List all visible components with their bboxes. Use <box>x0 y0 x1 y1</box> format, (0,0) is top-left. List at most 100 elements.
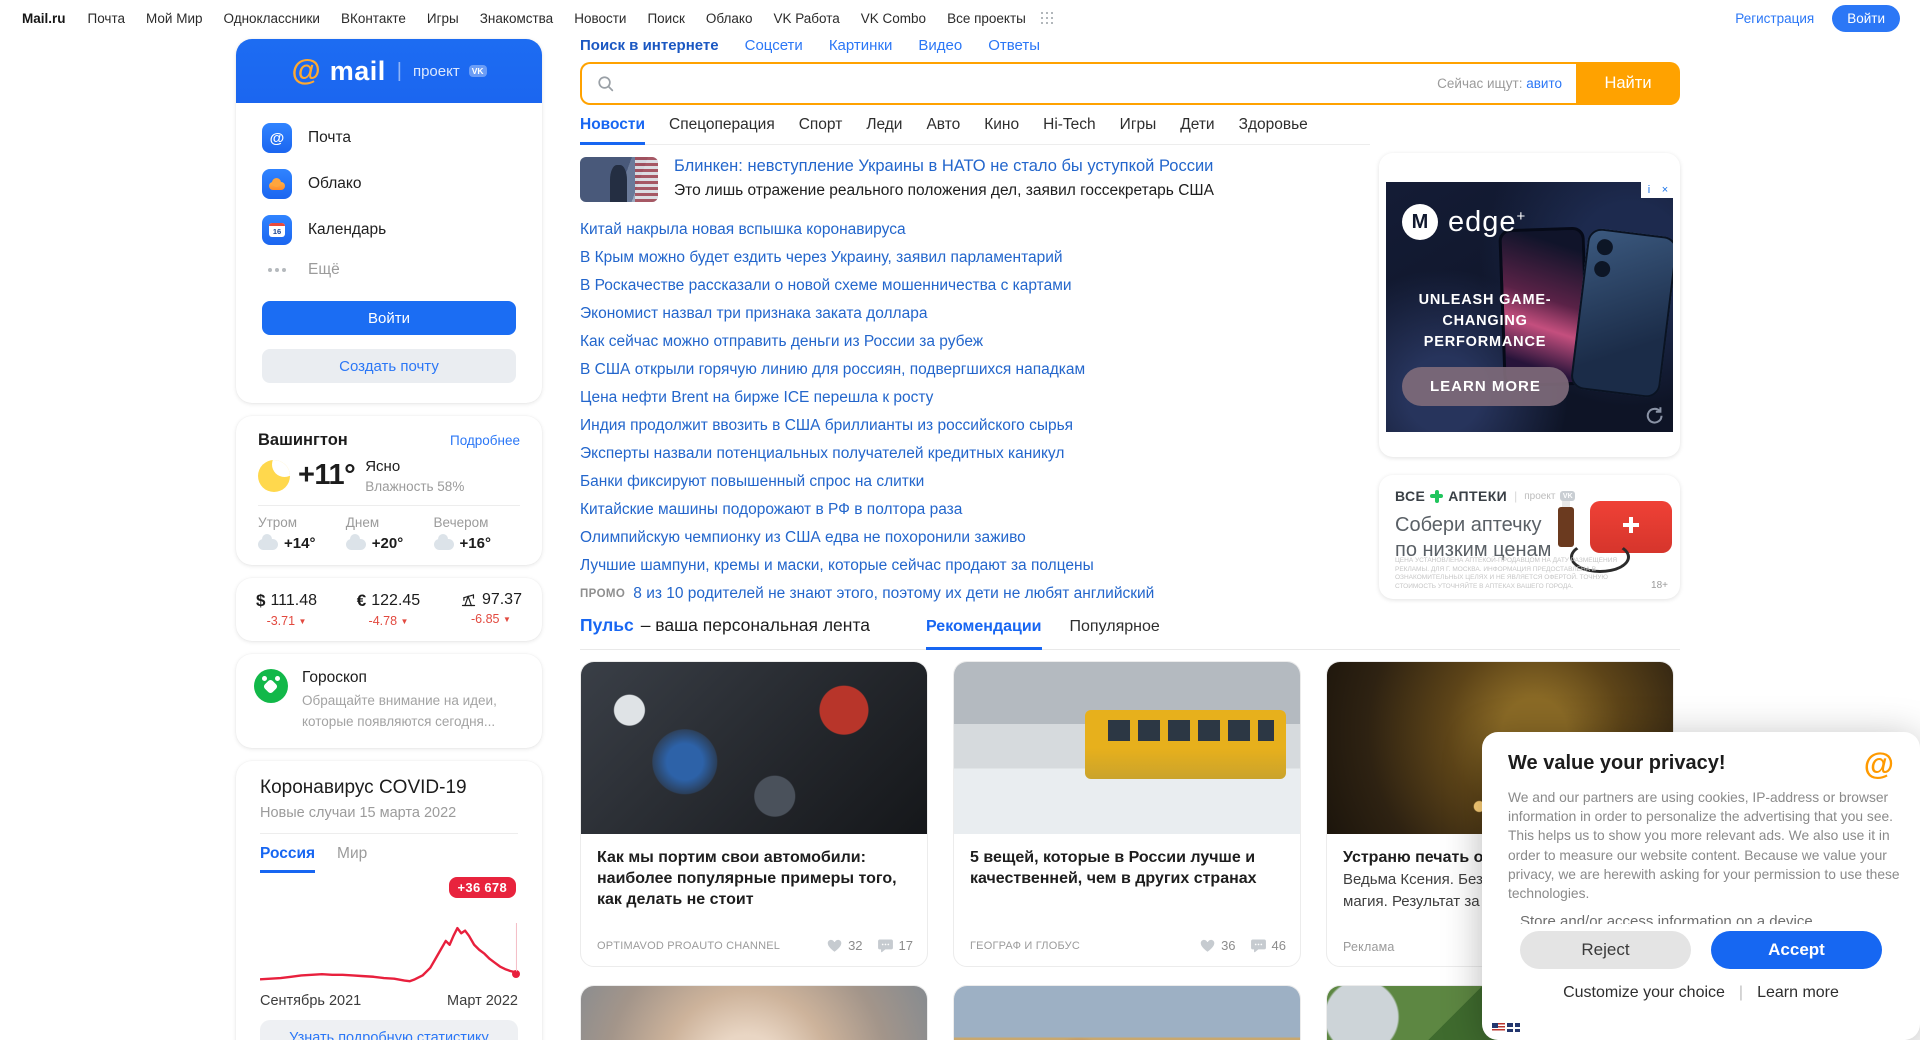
learn-more-link[interactable]: Learn more <box>1757 984 1839 1002</box>
topnav-item[interactable]: VK Combo <box>861 11 926 26</box>
lead-news-title[interactable]: Блинкен: невступление Украины в НАТО не … <box>674 157 1214 176</box>
sidebar-item-mail[interactable]: @Почта <box>236 115 542 161</box>
pulse-card[interactable]: 5 вещей, которые в России лучше и качест… <box>953 661 1301 967</box>
news-link[interactable]: Китай накрыла новая вспышка коронавируса <box>580 221 906 239</box>
covid-tab[interactable]: Россия <box>260 845 315 873</box>
topnav-item[interactable]: Одноклассники <box>224 11 320 26</box>
search-tab[interactable]: Поиск в интернете <box>580 37 719 54</box>
pulse-card[interactable] <box>580 985 928 1040</box>
customize-choice-link[interactable]: Customize your choice <box>1563 984 1725 1002</box>
sidebar-item-cloud[interactable]: Облако <box>236 161 542 207</box>
mailru-logo-link[interactable]: Mail.ru <box>22 11 66 26</box>
pulse-card[interactable]: Как мы портим свои автомобили: наиболее … <box>580 661 928 967</box>
lead-news-item[interactable]: Блинкен: невступление Украины в НАТО не … <box>580 157 1370 202</box>
weather-more-link[interactable]: Подробнее <box>450 433 520 448</box>
likes-count: 36 <box>1221 938 1235 953</box>
ad-card-apteki[interactable]: ВСЕ АПТЕКИ | проект VK Собери аптечку по… <box>1379 475 1680 599</box>
comment-icon[interactable] <box>877 937 894 954</box>
news-link[interactable]: Эксперты назвали потенциальных получател… <box>580 445 1064 463</box>
down-triangle-icon: ▼ <box>299 617 307 626</box>
search-tab[interactable]: Картинки <box>829 37 893 54</box>
register-link[interactable]: Регистрация <box>1735 11 1814 26</box>
news-link[interactable]: Банки фиксируют повышенный спрос на слит… <box>580 473 924 491</box>
news-tab[interactable]: Кино <box>984 116 1019 134</box>
news-link[interactable]: В Роскачестве рассказали о новой схеме м… <box>580 277 1072 295</box>
news-link[interactable]: Олимпийскую чемпионку из США едва не пох… <box>580 529 1026 547</box>
search-tab[interactable]: Ответы <box>988 37 1040 54</box>
sidebar-item-more[interactable]: Ещё <box>236 253 542 287</box>
edge-ad-banner[interactable]: i × M edge+ UNLEASH GAME-CHANGING PERFOR… <box>1386 182 1673 432</box>
news-tab[interactable]: Hi-Tech <box>1043 116 1096 134</box>
topnav-item[interactable]: Почта <box>88 11 126 26</box>
topnav-item[interactable]: ВКонтакте <box>341 11 406 26</box>
news-tab[interactable]: Дети <box>1180 116 1214 134</box>
news-tab[interactable]: Новости <box>580 116 645 134</box>
news-tab[interactable]: Игры <box>1120 116 1157 134</box>
news-link[interactable]: Лучшие шампуни, кремы и маски, которые с… <box>580 557 1094 575</box>
horoscope-widget[interactable]: Гороскоп Обращайте внимание на идеи, кот… <box>236 654 542 748</box>
topnav-item[interactable]: Знакомства <box>480 11 553 26</box>
weather-widget[interactable]: Вашингтон Подробнее +11° Ясно Влажность … <box>236 416 542 565</box>
search-tab[interactable]: Соцсети <box>745 37 803 54</box>
news-tab[interactable]: Здоровье <box>1239 116 1308 134</box>
news-link[interactable]: Цена нефти Brent на бирже ICE перешла к … <box>580 389 933 407</box>
pulse-card[interactable] <box>953 985 1301 1040</box>
mail-logo[interactable]: @ mail | проект VK <box>236 39 542 103</box>
topnav-item[interactable]: Мой Мир <box>146 11 203 26</box>
search-input[interactable] <box>625 74 1429 93</box>
search-hint-value[interactable]: авито <box>1526 76 1562 91</box>
links-separator: | <box>1739 984 1743 1002</box>
promo-news-link[interactable]: 8 из 10 родителей не знают этого, поэтом… <box>633 585 1154 603</box>
apps-grid-icon[interactable] <box>1041 12 1054 25</box>
covid-stats-button[interactable]: Узнать подробную статистику <box>260 1020 518 1040</box>
news-tab[interactable]: Авто <box>926 116 960 134</box>
pulse-tab[interactable]: Рекомендации <box>926 618 1042 636</box>
news-link[interactable]: Китайские машины подорожают в РФ в полто… <box>580 501 962 519</box>
search-submit-button[interactable]: Найти <box>1576 62 1680 105</box>
topnav-item[interactable]: Поиск <box>647 11 684 26</box>
lead-news-subtitle: Это лишь отражение реального положения д… <box>674 182 1214 200</box>
accept-button[interactable]: Accept <box>1711 931 1882 969</box>
comment-icon[interactable] <box>1250 937 1267 954</box>
currency-widget[interactable]: $111.48-3.71 ▼€122.45-4.78 ▼97.37-6.85 ▼ <box>236 578 542 641</box>
sidebar-item-calendar[interactable]: 16Календарь <box>236 207 542 253</box>
euro-icon: € <box>357 591 366 611</box>
news-tab[interactable]: Леди <box>866 116 902 134</box>
news-tab[interactable]: Спорт <box>799 116 843 134</box>
login-button-top[interactable]: Войти <box>1832 5 1900 32</box>
horoscope-title: Гороскоп <box>302 669 524 687</box>
rate-value: 111.48 <box>270 592 317 610</box>
topnav-item[interactable]: Игры <box>427 11 459 26</box>
news-link[interactable]: В США открыли горячую линию для россиян,… <box>580 361 1085 379</box>
topnav-item[interactable]: Облако <box>706 11 753 26</box>
news-tab[interactable]: Спецоперация <box>669 116 775 134</box>
language-selector[interactable] <box>1492 1023 1520 1032</box>
comments-count: 46 <box>1272 938 1286 953</box>
apteki-headline: Собери аптечку по низким ценам <box>1395 513 1565 563</box>
topnav-item[interactable]: Новости <box>574 11 626 26</box>
heart-icon[interactable] <box>826 937 843 954</box>
news-link[interactable]: В Крым можно будет ездить через Украину,… <box>580 249 1063 267</box>
heart-icon[interactable] <box>1199 937 1216 954</box>
news-link[interactable]: Индия продолжит ввозить в США бриллианты… <box>580 417 1073 435</box>
horoscope-text: Обращайте внимание на идеи, которые появ… <box>302 691 524 733</box>
pulse-card-title: 5 вещей, которые в России лучше и качест… <box>954 834 1300 889</box>
down-triangle-icon: ▼ <box>401 617 409 626</box>
reject-button[interactable]: Reject <box>1520 931 1691 969</box>
rate-change: -6.85 ▼ <box>460 612 522 626</box>
sidebar-item-label: Ещё <box>308 261 340 279</box>
sidebar-login-button[interactable]: Войти <box>262 301 516 335</box>
ad-close-icon[interactable]: × <box>1657 182 1673 198</box>
ad-info-icon[interactable]: i <box>1641 182 1657 198</box>
topnav-item[interactable]: Все проекты <box>947 11 1026 26</box>
topnav-item[interactable]: VK Работа <box>773 11 839 26</box>
search-tab[interactable]: Видео <box>918 37 962 54</box>
create-mail-button[interactable]: Создать почту <box>262 349 516 383</box>
news-link[interactable]: Экономист назвал три признака заката дол… <box>580 305 927 323</box>
news-link[interactable]: Как сейчас можно отправить деньги из Рос… <box>580 333 983 351</box>
ad-refresh-icon[interactable] <box>1643 404 1665 426</box>
learn-more-button[interactable]: LEARN MORE <box>1402 367 1569 406</box>
covid-tab[interactable]: Мир <box>337 845 367 873</box>
pulse-tab[interactable]: Популярное <box>1070 618 1160 636</box>
pulse-title-link[interactable]: Пульс <box>580 615 634 636</box>
